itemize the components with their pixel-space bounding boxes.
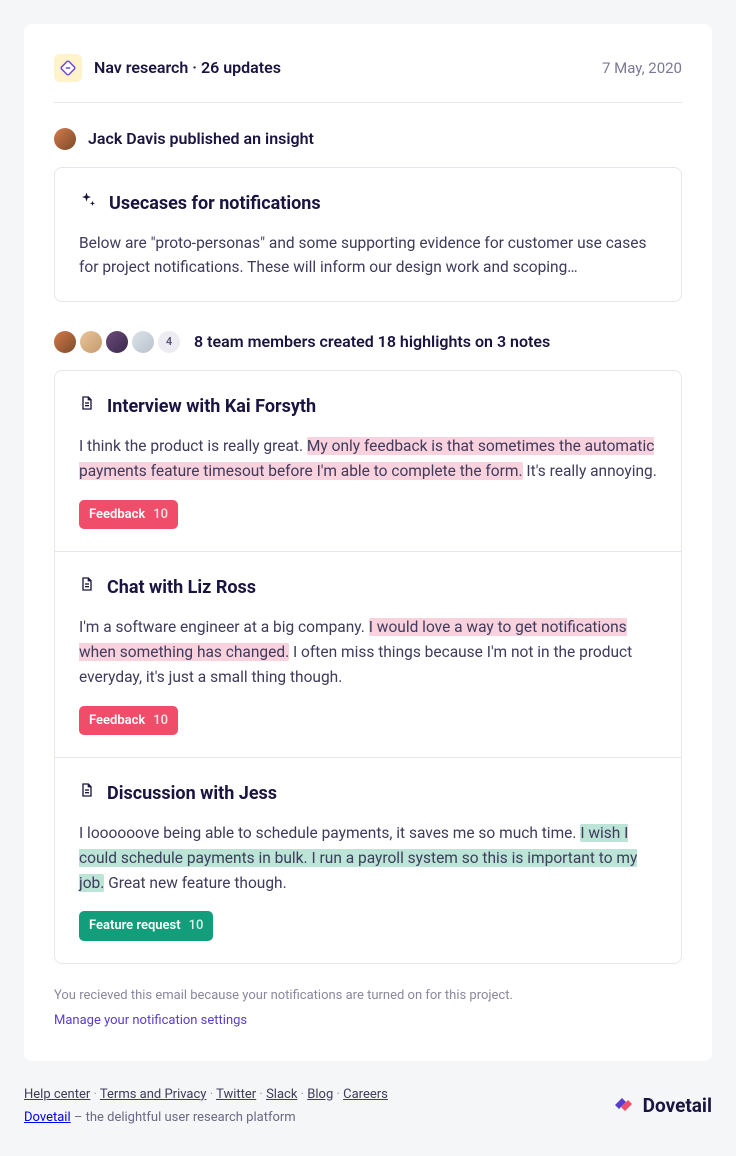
highlights-summary: 8 team members created 18 highlights on … [194,330,550,354]
footer-info: You recieved this email because your not… [54,986,682,1006]
footer-link[interactable]: Blog [307,1087,333,1102]
document-icon [79,780,95,807]
avatar [54,331,76,353]
document-icon [79,393,95,420]
email-card: Nav research · 26 updates 7 May, 2020 Ja… [24,24,712,1061]
note[interactable]: Discussion with Jess I loooooove being ab… [55,757,681,963]
tag-label: Feedback [89,711,145,731]
avatar-stack: 4 [54,331,180,353]
note-pre: I loooooove being able to schedule payme… [79,824,580,842]
footer-links: Help center · Terms and Privacy · Twitte… [24,1085,388,1105]
tag-count: 10 [153,505,168,525]
note[interactable]: Interview with Kai Forsyth I think the pr… [55,371,681,551]
footer-tagline: Dovetail – the delightful user research … [24,1108,388,1128]
tag[interactable]: Feedback 10 [79,500,178,530]
tag-label: Feature request [89,916,181,936]
highlights-section: 4 8 team members created 18 highlights o… [54,330,682,964]
avatar [132,331,154,353]
note-body: I loooooove being able to schedule payme… [79,821,657,895]
separator: · [297,1087,307,1102]
separator: · [333,1087,343,1102]
note-body: I'm a software engineer at a big company… [79,615,657,689]
project-icon [54,54,82,82]
brand-link[interactable]: Dovetail [24,1110,71,1125]
note-post: It's really annoying. [523,462,657,480]
separator: · [90,1087,100,1102]
separator: · [256,1087,266,1102]
footer-link[interactable]: Slack [266,1087,297,1102]
logo[interactable]: Dovetail [611,1092,712,1121]
manage-notifications-link[interactable]: Manage your notification settings [54,1011,247,1031]
note-body: I think the product is really great. My … [79,434,657,484]
tag-label: Feedback [89,505,145,525]
date: 7 May, 2020 [602,57,682,80]
card-footer: You recieved this email because your not… [54,986,682,1031]
footer-link[interactable]: Help center [24,1087,90,1102]
insight-section: Jack Davis published an insight Usecases… [54,127,682,302]
project-heading: Nav research · 26 updates [54,54,281,82]
page-footer: Help center · Terms and Privacy · Twitte… [0,1085,736,1156]
insight-title: Usecases for notifications [109,190,321,217]
note-post: Great new feature though. [104,874,286,892]
insight-byline: Jack Davis published an insight [54,127,682,151]
separator: · [206,1087,216,1102]
note-pre: I think the product is really great. [79,437,307,455]
note-pre: I'm a software engineer at a big company… [79,618,369,636]
insight-box[interactable]: Usecases for notifications Below are "pr… [54,167,682,302]
document-icon [79,574,95,601]
notes-list: Interview with Kai Forsyth I think the pr… [54,370,682,964]
byline-text: Jack Davis published an insight [88,127,314,151]
avatar [80,331,102,353]
note-title-row: Chat with Liz Ross [79,574,657,601]
insight-title-row: Usecases for notifications [79,190,657,217]
insight-body: Below are "proto-personas" and some supp… [79,231,657,279]
footer-link[interactable]: Careers [343,1087,388,1102]
footer-left: Help center · Terms and Privacy · Twitte… [24,1085,388,1128]
note-title-row: Discussion with Jess [79,780,657,807]
tag[interactable]: Feature request 10 [79,911,213,941]
updates-count: 26 updates [201,58,281,77]
sparkle-icon [79,190,97,217]
note-title: Discussion with Jess [107,780,277,807]
highlights-head: 4 8 team members created 18 highlights o… [54,330,682,354]
footer-link[interactable]: Twitter [216,1087,256,1102]
avatar [106,331,128,353]
tag-count: 10 [153,711,168,731]
note-title: Interview with Kai Forsyth [107,393,316,420]
footer-link[interactable]: Terms and Privacy [100,1087,207,1102]
header-text: Nav research · 26 updates [94,56,281,80]
note[interactable]: Chat with Liz Ross I'm a software enginee… [55,551,681,757]
tag-count: 10 [189,916,204,936]
avatar [54,128,76,150]
note-title-row: Interview with Kai Forsyth [79,393,657,420]
note-title: Chat with Liz Ross [107,574,256,601]
tag[interactable]: Feedback 10 [79,706,178,736]
card-header: Nav research · 26 updates 7 May, 2020 [54,54,682,103]
project-name: Nav research [94,58,188,77]
separator: · [188,58,201,77]
tagline-text: – the delightful user research platform [71,1110,296,1125]
logo-text: Dovetail [643,1092,712,1121]
avatar-more[interactable]: 4 [158,331,180,353]
